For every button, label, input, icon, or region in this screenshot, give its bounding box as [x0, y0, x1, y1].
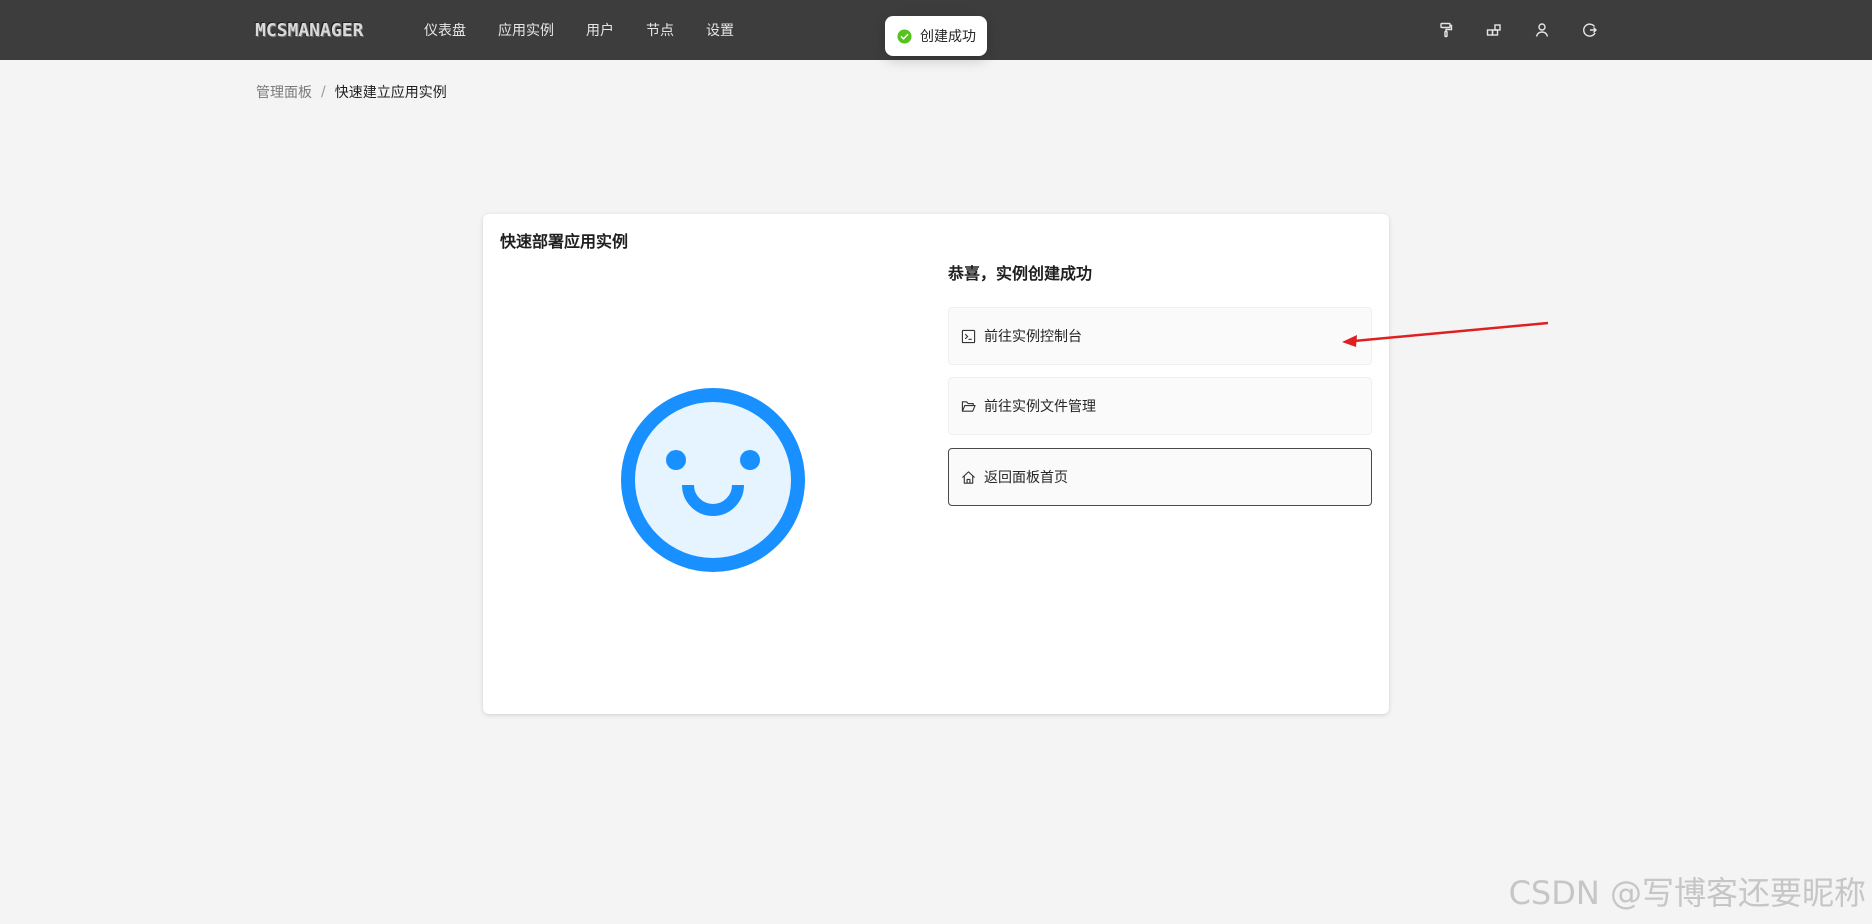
success-toast: 创建成功 [885, 16, 987, 56]
watermark: CSDN @写博客还要昵称 [1508, 874, 1866, 912]
paint-roller-icon[interactable] [1436, 20, 1456, 40]
toast-message: 创建成功 [920, 29, 976, 45]
nav-item-settings[interactable]: 设置 [706, 20, 734, 40]
breadcrumb-separator: / [321, 84, 326, 100]
nav-item-instances[interactable]: 应用实例 [498, 20, 554, 40]
goto-files-label: 前往实例文件管理 [984, 399, 1096, 415]
terminal-icon [961, 329, 976, 344]
goto-console-label: 前往实例控制台 [984, 329, 1082, 345]
card-title: 快速部署应用实例 [500, 232, 629, 251]
breadcrumb: 管理面板 / 快速建立应用实例 [256, 82, 447, 102]
header-actions [1408, 0, 1600, 60]
logo[interactable]: MCSMANAGER [255, 17, 397, 43]
back-home-button[interactable]: 返回面板首页 [948, 448, 1372, 506]
user-icon[interactable] [1532, 20, 1552, 40]
breadcrumb-root[interactable]: 管理面板 [256, 82, 312, 102]
folder-open-icon [961, 399, 976, 414]
breadcrumb-current: 快速建立应用实例 [334, 85, 447, 101]
goto-console-button[interactable]: 前往实例控制台 [948, 307, 1372, 365]
back-home-label: 返回面板首页 [984, 470, 1068, 486]
blocks-icon[interactable] [1484, 20, 1504, 40]
home-icon [961, 470, 976, 485]
main-nav: 仪表盘 应用实例 用户 节点 设置 [424, 0, 766, 60]
nav-item-users[interactable]: 用户 [586, 20, 614, 40]
goto-files-button[interactable]: 前往实例文件管理 [948, 377, 1372, 435]
nav-item-nodes[interactable]: 节点 [646, 20, 674, 40]
nav-item-dashboard[interactable]: 仪表盘 [424, 20, 466, 40]
deploy-card: 快速部署应用实例 恭喜，实例创建成功 前往实例控制台 前往实例文件管理 返回面板… [483, 214, 1389, 714]
check-circle-icon [897, 28, 912, 44]
logout-icon[interactable] [1580, 20, 1600, 40]
success-title: 恭喜，实例创建成功 [948, 264, 1093, 283]
smiley-icon [621, 388, 805, 572]
annotation-arrow [1342, 321, 1549, 347]
